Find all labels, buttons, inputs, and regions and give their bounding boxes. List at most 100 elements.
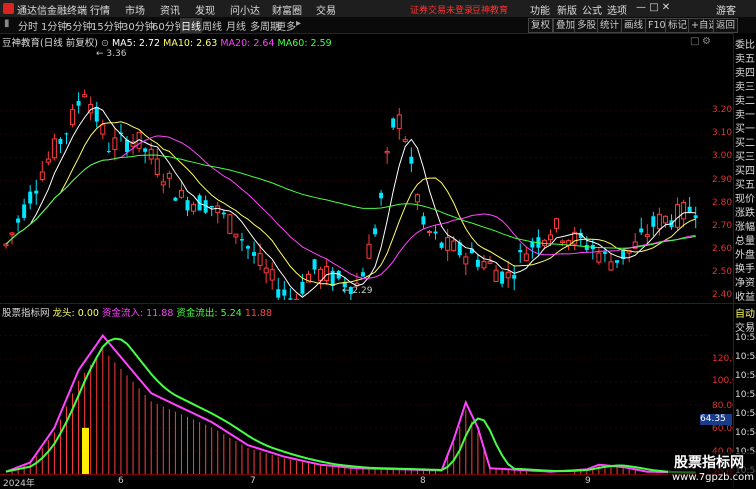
period-daily[interactable]: 日线 bbox=[180, 18, 202, 33]
candle-body bbox=[644, 234, 650, 238]
candle-body bbox=[518, 249, 523, 253]
guest-user[interactable]: 游客 bbox=[716, 2, 736, 17]
candle-body bbox=[596, 252, 602, 263]
menu-shichang[interactable]: 市场 bbox=[125, 2, 145, 17]
candle-body bbox=[384, 150, 390, 154]
candle-body bbox=[379, 192, 384, 199]
date-axis: 2024年 6 7 8 9 bbox=[0, 474, 733, 489]
candle-body bbox=[82, 94, 88, 98]
price-tick-1: 3.10 bbox=[712, 128, 733, 138]
back-button[interactable]: 返回 bbox=[713, 18, 739, 33]
menu-jiaoyi[interactable]: 交易 bbox=[316, 2, 336, 17]
period-monthly[interactable]: 月线 bbox=[226, 18, 246, 33]
period-1min[interactable]: 1分钟 bbox=[41, 18, 67, 33]
huaxian-button[interactable]: 画线 bbox=[621, 18, 647, 33]
biaoji-button[interactable]: 标记 bbox=[665, 18, 691, 33]
candle-body bbox=[505, 271, 511, 279]
side-field-17: 净资 bbox=[735, 278, 755, 289]
period-weekly[interactable]: 周线 bbox=[202, 18, 222, 33]
candle-body bbox=[215, 205, 221, 214]
price-tick-7: 2.50 bbox=[712, 267, 733, 277]
candle-body bbox=[34, 190, 39, 194]
indicator-chart[interactable] bbox=[0, 316, 710, 474]
watermark-url: www.7gpzb.com bbox=[672, 472, 754, 483]
candle-body bbox=[143, 148, 148, 152]
candle-body bbox=[64, 133, 69, 135]
candle-body bbox=[463, 256, 469, 265]
candle-body bbox=[233, 233, 239, 238]
candle-body bbox=[475, 259, 480, 267]
candle-body bbox=[209, 205, 214, 208]
candle-body bbox=[70, 109, 76, 126]
price-tick-8: 2.40 bbox=[712, 290, 733, 300]
period-fenshi[interactable]: 分时 bbox=[18, 18, 38, 33]
menu-zixun[interactable]: 资讯 bbox=[160, 2, 180, 17]
candle-body bbox=[191, 203, 197, 212]
candle-body bbox=[257, 253, 263, 266]
candle-body bbox=[391, 118, 396, 128]
duogu-button[interactable]: 多股 bbox=[574, 18, 600, 33]
candle-body bbox=[360, 272, 365, 277]
period-more[interactable]: 更多 bbox=[276, 18, 296, 33]
side-time-0: 10:54 bbox=[735, 333, 756, 343]
menu-gongshi[interactable]: 公式 bbox=[582, 2, 602, 17]
kline-chart[interactable]: ← 3.36 ← 2.29 bbox=[0, 46, 710, 300]
candle-body bbox=[246, 246, 250, 249]
candle-body bbox=[560, 240, 566, 244]
tongji-button[interactable]: 统计 bbox=[597, 18, 623, 33]
candle-body bbox=[100, 124, 106, 135]
menu-faxian[interactable]: 发现 bbox=[195, 2, 215, 17]
low-price-label: ← 2.29 bbox=[342, 286, 373, 296]
candle-body bbox=[94, 106, 99, 122]
side-time-2: 10:54 bbox=[735, 371, 756, 381]
x-label-9: 9 bbox=[585, 476, 591, 486]
more-arrow-icon[interactable]: ▸ bbox=[296, 18, 301, 29]
side-auto-label[interactable]: 自动 bbox=[735, 305, 755, 320]
menu-hangqing[interactable]: 行情 bbox=[90, 2, 110, 17]
candle-body bbox=[9, 232, 15, 235]
price-tick-0: 3.20 bbox=[712, 105, 733, 115]
menu-caifuquan[interactable]: 财富圈 bbox=[272, 2, 302, 17]
period-toolbar: ▮ 分时 1分钟 5分钟 15分钟 30分钟 60分钟 日线 周线 月线 多周期… bbox=[0, 17, 756, 34]
side-field-13: 涨幅 bbox=[735, 222, 755, 233]
candle-body bbox=[402, 139, 408, 142]
menu-xuanxiang[interactable]: 选项 bbox=[607, 2, 627, 17]
candle-body bbox=[687, 206, 692, 213]
candle-body bbox=[615, 260, 620, 263]
menu-wenxiaoda[interactable]: 问小达 bbox=[230, 2, 260, 17]
period-15min[interactable]: 15分钟 bbox=[91, 18, 124, 33]
candle-body bbox=[554, 218, 560, 229]
app-logo-icon bbox=[3, 3, 14, 14]
candle-body bbox=[548, 234, 553, 241]
x-label-6: 6 bbox=[118, 476, 124, 486]
period-30min[interactable]: 30分钟 bbox=[122, 18, 155, 33]
fuquan-button[interactable]: 复权 bbox=[528, 18, 554, 33]
candle-body bbox=[185, 200, 190, 211]
price-tick-3: 2.90 bbox=[712, 175, 733, 185]
window-controls-icon[interactable]: — □ ✕ bbox=[636, 2, 670, 13]
current-stock-notice[interactable]: 豆神教育 bbox=[472, 3, 508, 16]
candle-body bbox=[221, 212, 226, 215]
candle-body bbox=[22, 204, 27, 218]
candle-body bbox=[318, 268, 324, 281]
menu-xinban[interactable]: 新版 bbox=[557, 2, 577, 17]
high-price-label: ← 3.36 bbox=[96, 49, 127, 59]
candle-body bbox=[3, 243, 9, 247]
side-time-1: 10:54 bbox=[735, 352, 756, 362]
candle-body bbox=[173, 197, 178, 201]
candle-body bbox=[500, 271, 505, 284]
indicator-cursor-value: 64.35 bbox=[700, 414, 732, 425]
side-trade-label: 交易 bbox=[735, 323, 755, 334]
candle-body bbox=[154, 158, 160, 176]
candle-body bbox=[439, 242, 444, 248]
login-notice[interactable]: 证券交易未登录 bbox=[410, 3, 473, 16]
candle-body bbox=[523, 253, 529, 262]
candle-body bbox=[282, 289, 287, 296]
menu-gongneng[interactable]: 功能 bbox=[530, 2, 550, 17]
candle-body bbox=[493, 269, 499, 282]
candle-body bbox=[396, 114, 402, 130]
side-field-11: 现价 bbox=[735, 194, 755, 205]
side-field-12: 涨跌 bbox=[735, 208, 755, 219]
period-5min[interactable]: 5分钟 bbox=[66, 18, 92, 33]
candle-body bbox=[602, 251, 607, 254]
